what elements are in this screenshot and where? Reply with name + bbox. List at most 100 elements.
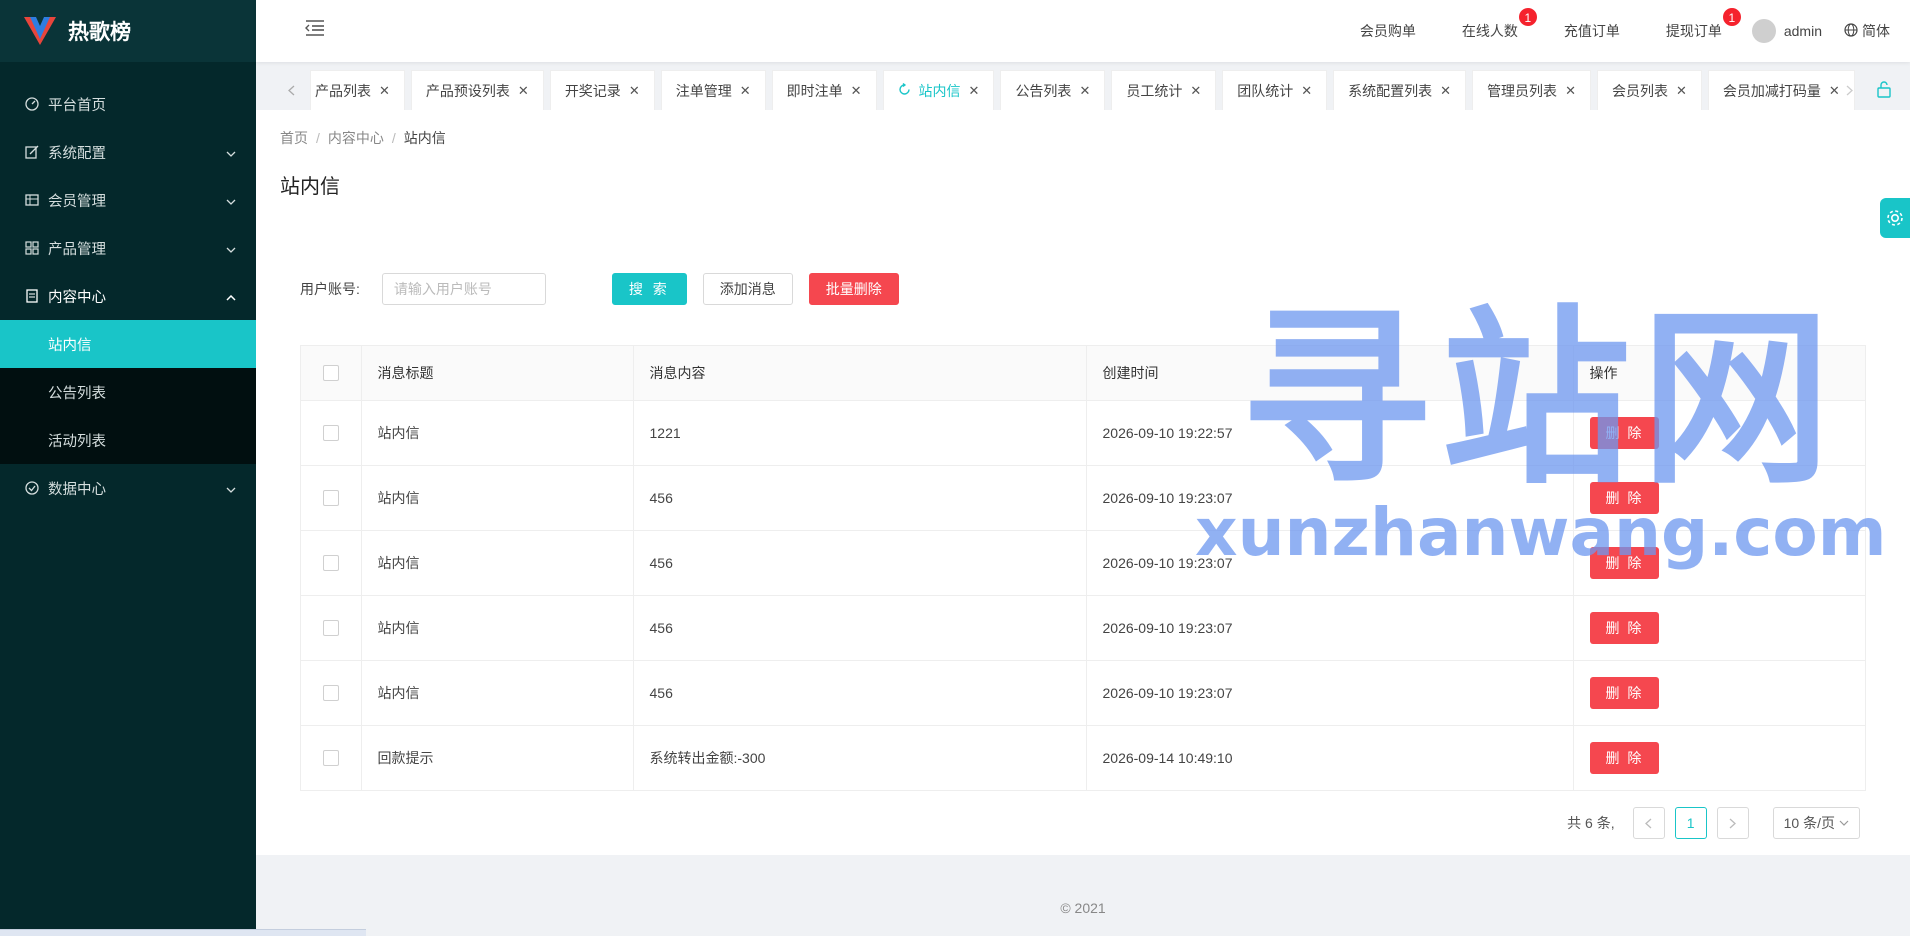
username: admin [1783,23,1822,39]
gear-icon [1887,210,1903,226]
withdraw-orders-link[interactable]: 提现订单 1 [1666,7,1742,41]
page-number-button[interactable]: 1 [1674,807,1707,839]
recharge-orders-link[interactable]: 充值订单 [1564,21,1620,41]
tab-label: 产品列表 [315,82,371,99]
close-icon[interactable]: ✕ [1190,83,1201,99]
chevron-down-icon [1839,820,1849,826]
breadcrumb-home[interactable]: 首页 [280,130,308,146]
online-users-link[interactable]: 在线人数 1 [1461,7,1538,41]
table-row: 站内信 456 2026-09-10 19:23:07 删 除 [301,595,1865,661]
search-button[interactable]: 搜 索 [611,273,687,305]
notification-badge: 1 [1721,7,1742,27]
row-checkbox[interactable] [322,425,339,442]
tab-staff-stats[interactable]: 员工统计 ✕ [1111,70,1217,110]
tab-bet-management[interactable]: 注单管理 ✕ [660,70,766,110]
add-message-button[interactable]: 添加消息 [702,273,793,305]
tabs-scroll-left-icon[interactable] [280,70,302,110]
sidebar-item-product-management[interactable]: 产品管理 [0,224,256,272]
close-icon[interactable]: ✕ [851,83,862,99]
table-row: 站内信 456 2026-09-10 19:23:07 删 除 [301,530,1865,596]
close-icon[interactable]: ✕ [1301,83,1312,99]
select-all-cell [301,346,362,401]
user-menu[interactable]: admin [1751,19,1822,43]
sidebar-subitem-announcements[interactable]: 公告列表 [0,368,256,416]
sidebar-item-system-config[interactable]: 系统配置 [0,128,256,176]
account-search-input[interactable] [381,273,546,305]
cell-title: 站内信 [361,465,634,531]
close-icon[interactable]: ✕ [1676,83,1687,99]
chevron-down-icon [226,241,236,257]
close-icon[interactable]: ✕ [1079,83,1090,99]
sidebar-subitem-inbox[interactable]: 站内信 [0,320,256,368]
close-icon[interactable]: ✕ [629,83,640,99]
tab-system-config-list[interactable]: 系统配置列表 ✕ [1333,70,1467,110]
tab-member-wager-adjust[interactable]: 会员加减打码量 ✕ [1707,70,1855,110]
sidebar-item-label: 平台首页 [48,97,106,114]
sidebar-item-dashboard[interactable]: 平台首页 [0,80,256,128]
prev-page-button[interactable] [1632,807,1665,839]
close-icon[interactable]: ✕ [740,83,751,99]
row-checkbox[interactable] [322,750,339,767]
row-checkbox[interactable] [322,685,339,702]
select-all-checkbox[interactable] [322,365,339,382]
settings-drawer-button[interactable] [1880,198,1910,238]
tab-inbox[interactable]: 站内信 ✕ [882,70,995,110]
language-switch[interactable]: 简体 [1844,21,1890,41]
close-icon[interactable]: ✕ [1565,83,1576,99]
close-icon[interactable]: ✕ [518,83,529,99]
tab-member-list[interactable]: 会员列表 ✕ [1596,70,1702,110]
tab-label: 团队统计 [1237,82,1294,99]
refresh-icon[interactable] [898,82,911,99]
menu-collapse-icon[interactable] [304,18,326,38]
bulk-delete-button[interactable]: 批量删除 [808,273,899,305]
table-row: 站内信 456 2026-09-10 19:23:07 删 除 [301,465,1865,531]
page-size-select[interactable]: 10 条/页 [1772,807,1860,839]
next-page-button[interactable] [1716,807,1749,839]
breadcrumb-section[interactable]: 内容中心 [328,130,384,146]
member-orders-link[interactable]: 会员购单 [1360,21,1416,41]
logo-area[interactable]: 热歌榜 [0,0,256,62]
sidebar-item-data-center[interactable]: 数据中心 [0,464,256,512]
tab-live-bets[interactable]: 即时注单 ✕ [771,70,877,110]
delete-button[interactable]: 删 除 [1589,481,1660,514]
delete-button[interactable]: 删 除 [1589,611,1660,644]
tab-label: 员工统计 [1126,82,1183,99]
delete-button[interactable]: 删 除 [1589,741,1660,774]
sidebar-subitem-label: 活动列表 [48,433,106,450]
close-icon[interactable]: ✕ [1440,83,1451,99]
table-row: 站内信 456 2026-09-10 19:23:07 删 除 [301,660,1865,726]
tab-team-stats[interactable]: 团队统计 ✕ [1222,70,1328,110]
row-checkbox[interactable] [322,620,339,637]
row-checkbox[interactable] [322,555,339,572]
link-label: 充值订单 [1563,23,1620,39]
chevron-up-icon [226,289,236,305]
row-select-cell [301,465,362,531]
cell-content: 456 [633,530,1087,596]
tab-label: 管理员列表 [1487,82,1558,99]
cell-created: 2026-09-10 19:23:07 [1086,530,1574,596]
close-icon[interactable]: ✕ [379,83,390,99]
dashboard-icon [24,96,40,112]
tabs-scroll-right-icon[interactable] [1838,70,1860,110]
cell-title: 站内信 [361,400,634,466]
tab-draw-records[interactable]: 开奖记录 ✕ [549,70,655,110]
cell-actions: 删 除 [1573,530,1865,596]
delete-button[interactable]: 删 除 [1589,676,1660,709]
tab-product-list[interactable]: 产品列表 ✕ [310,70,405,110]
tab-announcement-list[interactable]: 公告列表 ✕ [1000,70,1106,110]
delete-button[interactable]: 删 除 [1589,546,1660,579]
link-label: 在线人数 [1461,23,1518,39]
sidebar-item-member-management[interactable]: 会员管理 [0,176,256,224]
close-icon[interactable]: ✕ [969,83,980,99]
sidebar-menu: 平台首页 系统配置 会员管理 产品管理 内容中心 站内信 公告列表 活动列表 数… [0,62,256,512]
tab-product-preset-list[interactable]: 产品预设列表 ✕ [410,70,544,110]
delete-button[interactable]: 删 除 [1589,416,1660,449]
unlock-icon[interactable] [1876,80,1892,98]
sidebar-item-label: 会员管理 [48,193,106,210]
row-checkbox[interactable] [322,490,339,507]
page-title: 站内信 [280,176,340,198]
sidebar-subitem-activities[interactable]: 活动列表 [0,416,256,464]
tab-admin-list[interactable]: 管理员列表 ✕ [1472,70,1591,110]
sidebar-item-content-center[interactable]: 内容中心 [0,272,256,320]
header-created: 创建时间 [1086,346,1574,401]
